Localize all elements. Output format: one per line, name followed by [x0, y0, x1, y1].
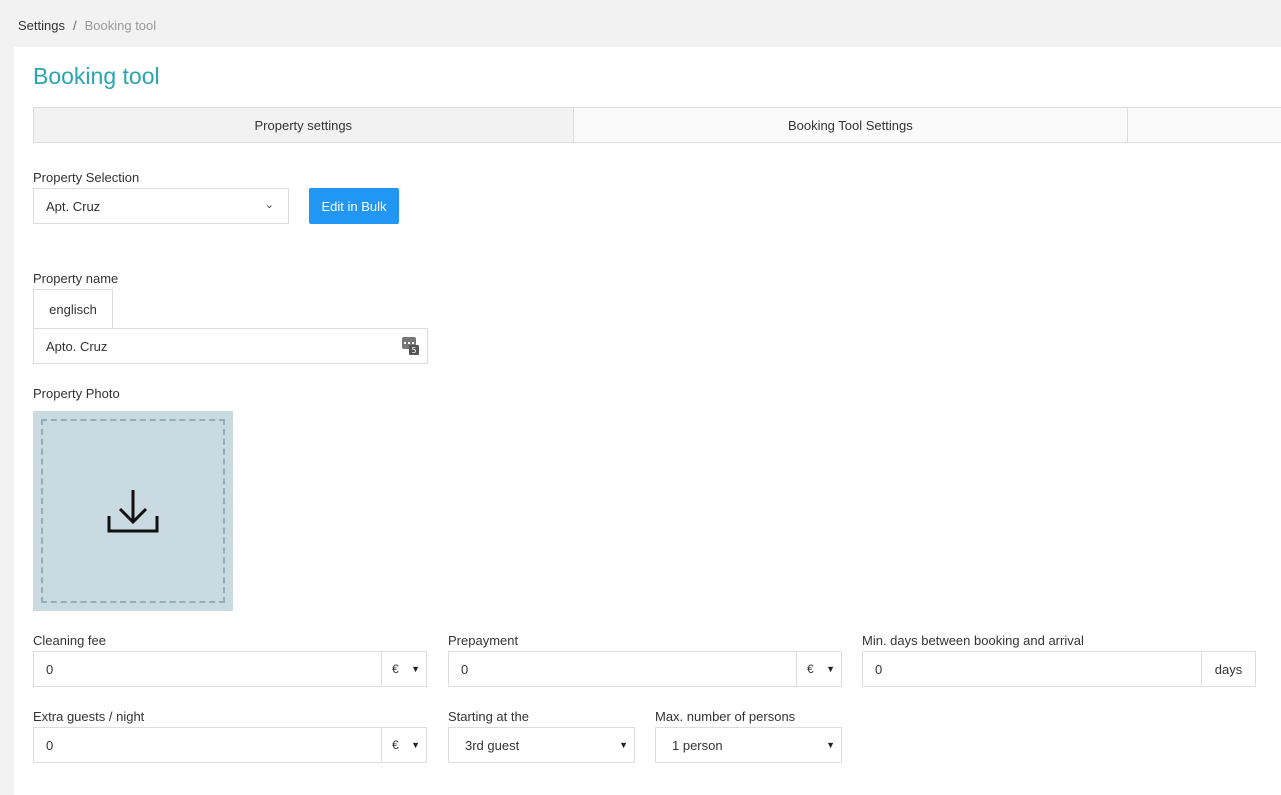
currency-value: € — [392, 662, 399, 676]
prepayment-group: 0 € ▼ — [448, 651, 842, 687]
photo-upload-dropzone[interactable] — [33, 411, 233, 611]
max-persons-label: Max. number of persons — [655, 709, 796, 724]
edit-in-bulk-button[interactable]: Edit in Bulk — [309, 188, 399, 224]
main-card: Booking tool Property settings Booking T… — [14, 47, 1281, 795]
breadcrumb-current: Booking tool — [84, 18, 157, 33]
cleaning-fee-label: Cleaning fee — [33, 633, 106, 648]
property-name-input[interactable]: Apto. Cruz 5 — [33, 328, 428, 364]
currency-value: € — [807, 662, 814, 676]
breadcrumb-settings-link[interactable]: Settings — [18, 18, 65, 33]
property-selection-label: Property Selection — [33, 170, 140, 185]
tab-bar: Property settings Booking Tool Settings — [33, 107, 1281, 143]
days-addon: days — [1201, 652, 1255, 686]
caret-down-icon: ▼ — [411, 664, 420, 674]
dropzone-border — [41, 419, 225, 603]
prepayment-input[interactable]: 0 — [449, 652, 796, 686]
translate-icon[interactable]: 5 — [402, 337, 419, 355]
cleaning-fee-input[interactable]: 0 — [34, 652, 381, 686]
starting-at-value: 3rd guest — [465, 737, 520, 753]
tab-more[interactable] — [1128, 108, 1281, 142]
caret-down-icon: ▼ — [826, 664, 835, 674]
language-tab-englisch[interactable]: englisch — [33, 289, 113, 329]
min-days-label: Min. days between booking and arrival — [862, 633, 1084, 648]
property-name-label: Property name — [33, 271, 119, 286]
cleaning-fee-group: 0 € ▼ — [33, 651, 427, 687]
caret-down-icon: ▼ — [411, 740, 420, 750]
max-persons-select[interactable]: 1 person ▼ — [655, 727, 842, 763]
tab-booking-tool-settings[interactable]: Booking Tool Settings — [574, 108, 1129, 142]
caret-down-icon: ▼ — [826, 740, 835, 750]
extra-guests-input[interactable]: 0 — [34, 728, 381, 762]
max-persons-value: 1 person — [672, 737, 723, 753]
caret-down-icon: ▼ — [619, 740, 628, 750]
cleaning-fee-currency-select[interactable]: € ▼ — [381, 652, 426, 686]
property-selection-value: Apt. Cruz — [46, 198, 101, 214]
breadcrumb-separator: / — [72, 18, 77, 33]
property-name-value: Apto. Cruz — [46, 338, 108, 354]
property-selection-dropdown[interactable]: Apt. Cruz ⌄ — [33, 188, 289, 224]
chevron-down-icon: ⌄ — [264, 199, 274, 211]
breadcrumb: Settings / Booking tool — [18, 18, 156, 33]
svg-text:5: 5 — [411, 346, 416, 355]
extra-guests-label: Extra guests / night — [33, 709, 145, 724]
prepayment-label: Prepayment — [448, 633, 519, 648]
min-days-group: 0 days — [862, 651, 1256, 687]
download-icon — [107, 490, 159, 533]
min-days-input[interactable]: 0 — [863, 652, 1201, 686]
extra-guests-group: 0 € ▼ — [33, 727, 427, 763]
starting-at-select[interactable]: 3rd guest ▼ — [448, 727, 635, 763]
currency-value: € — [392, 738, 399, 752]
prepayment-currency-select[interactable]: € ▼ — [796, 652, 841, 686]
extra-guests-currency-select[interactable]: € ▼ — [381, 728, 426, 762]
starting-at-label: Starting at the — [448, 709, 529, 724]
tab-property-settings[interactable]: Property settings — [34, 108, 574, 142]
property-photo-label: Property Photo — [33, 386, 120, 401]
page-title: Booking tool — [33, 63, 160, 89]
